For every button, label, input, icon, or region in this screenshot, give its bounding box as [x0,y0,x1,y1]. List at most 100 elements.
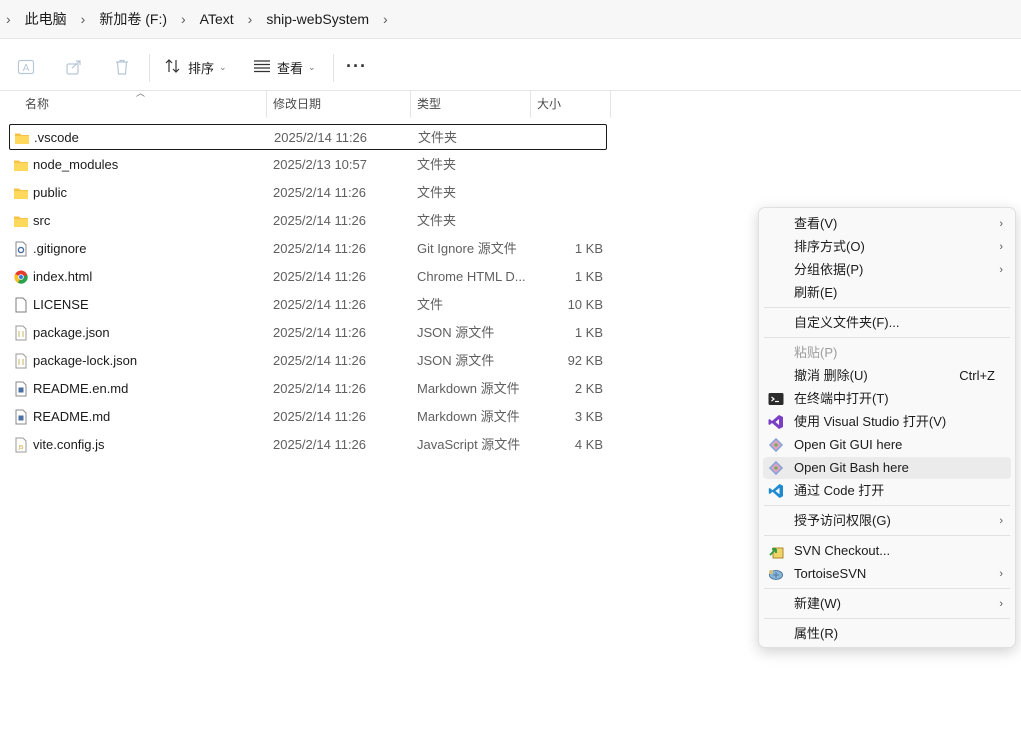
folder-icon [13,213,29,229]
menu-item-open-code[interactable]: 通过 Code 打开 [763,480,1011,502]
file-type: JSON 源文件 [417,353,495,368]
file-type: 文件夹 [417,185,457,200]
breadcrumb-item-current-folder[interactable]: ship-webSystem [264,0,371,38]
menu-item-group-by[interactable]: 分组依据(P) › [763,259,1011,281]
vscode-icon [768,483,784,499]
tortoise-svn-icon [768,566,784,582]
more-options-button[interactable]: ··· [346,56,367,77]
shortcut-label: Ctrl+Z [959,368,995,383]
breadcrumb-item-this-pc[interactable]: 此电脑 [23,0,69,38]
chrome-icon [13,269,29,285]
menu-item-label: 撤消 删除(U) [794,368,868,383]
menu-item-label: TortoiseSVN [794,566,867,581]
breadcrumb-label: AText [199,11,234,27]
menu-item-open-in-terminal[interactable]: 在终端中打开(T) [763,388,1011,410]
file-type: Markdown 源文件 [417,409,520,424]
file-date: 2025/2/14 11:26 [273,437,367,452]
file-name: .vscode [34,130,79,145]
menu-item-properties[interactable]: 属性(R) [763,623,1011,645]
menu-item-open-visual-studio[interactable]: 使用 Visual Studio 打开(V) [763,411,1011,433]
file-row-license[interactable]: LICENSE 2025/2/14 11:26 文件 10 KB [9,292,607,318]
file-size: 1 KB [574,269,603,284]
column-header-date[interactable]: 修改日期 [267,91,411,118]
toolbar-divider [149,54,150,82]
file-size: 2 KB [574,381,603,396]
file-date: 2025/2/14 11:26 [273,213,367,228]
menu-item-sort-by[interactable]: 排序方式(O) › [763,236,1011,258]
file-date: 2025/2/14 11:26 [274,130,368,145]
column-header-type[interactable]: 类型 [411,91,531,118]
menu-item-label: 排序方式(O) [794,239,865,254]
chevron-right-icon: › [999,218,1003,230]
file-type: 文件 [417,297,444,312]
file-row-readme-md[interactable]: README.md 2025/2/14 11:26 Markdown 源文件 3… [9,404,607,430]
chevron-right-icon: › [999,264,1003,276]
menu-divider [764,307,1010,308]
file-type: Git Ignore 源文件 [417,241,517,256]
file-row-vite-config-js[interactable]: JS vite.config.js 2025/2/14 11:26 JavaSc… [9,432,607,458]
menu-item-svn-checkout[interactable]: SVN Checkout... [763,540,1011,562]
menu-item-undo-delete[interactable]: 撤消 删除(U) Ctrl+Z [763,365,1011,387]
file-name: README.md [33,409,111,424]
file-type: 文件夹 [417,157,457,172]
file-row-public[interactable]: public 2025/2/14 11:26 文件夹 [9,180,607,206]
terminal-icon [768,391,784,407]
file-row-src[interactable]: src 2025/2/14 11:26 文件夹 [9,208,607,234]
file-type: 文件夹 [417,213,457,228]
column-header-name[interactable]: 名称 [19,91,267,118]
rename-icon[interactable]: A [16,57,36,77]
file-row-package-lock-json[interactable]: package-lock.json 2025/2/14 11:26 JSON 源… [9,348,607,374]
menu-item-view[interactable]: 查看(V) › [763,213,1011,235]
visual-studio-icon [768,414,784,430]
file-name: .gitignore [33,241,87,256]
file-size [533,180,603,206]
menu-item-paste[interactable]: 粘贴(P) [763,342,1011,364]
file-row-node-modules[interactable]: node_modules 2025/2/13 10:57 文件夹 [9,152,607,178]
chevron-right-icon[interactable]: › [0,11,23,27]
file-row-index-html[interactable]: index.html 2025/2/14 11:26 Chrome HTML D… [9,264,607,290]
file-date: 2025/2/14 11:26 [273,185,367,200]
file-row-package-json[interactable]: package.json 2025/2/14 11:26 JSON 源文件 1 … [9,320,607,346]
file-name: package-lock.json [33,353,138,368]
menu-item-label: 刷新(E) [794,285,838,300]
chevron-right-icon[interactable]: › [69,11,98,27]
address-breadcrumb: › 此电脑 › 新加卷 (F:) › AText › ship-webSyste… [0,0,1021,39]
sort-icon [164,58,182,77]
view-label: 查看 [277,60,304,76]
menu-item-new[interactable]: 新建(W) › [763,593,1011,615]
column-header-size[interactable]: 大小 [531,91,611,118]
menu-item-git-bash[interactable]: Open Git Bash here [763,457,1011,479]
share-icon[interactable] [64,57,84,77]
file-type: JavaScript 源文件 [417,437,521,452]
menu-item-git-gui[interactable]: Open Git GUI here [763,434,1011,456]
view-button[interactable]: 查看 ⌄ [253,52,316,82]
file-size [533,208,603,234]
file-name: LICENSE [33,297,89,312]
file-row-vscode[interactable]: .vscode 2025/2/14 11:26 文件夹 [9,124,607,150]
chevron-right-icon: › [999,241,1003,253]
file-size [532,125,602,151]
file-icon [13,297,29,313]
markdown-file-icon [13,409,29,425]
file-row-gitignore[interactable]: .gitignore 2025/2/14 11:26 Git Ignore 源文… [9,236,607,262]
delete-icon[interactable] [112,57,132,77]
file-size: 1 KB [574,241,603,256]
menu-divider [764,618,1010,619]
menu-item-tortoise-svn[interactable]: TortoiseSVN › [763,563,1011,585]
menu-divider [764,588,1010,589]
chevron-right-icon[interactable]: › [371,11,400,27]
breadcrumb-item-atext[interactable]: AText [198,0,236,38]
menu-item-grant-access[interactable]: 授予访问权限(G) › [763,510,1011,532]
breadcrumb-item-drive[interactable]: 新加卷 (F:) [97,0,169,38]
git-bash-icon [768,460,784,476]
menu-item-refresh[interactable]: 刷新(E) [763,282,1011,304]
file-row-readme-en-md[interactable]: README.en.md 2025/2/14 11:26 Markdown 源文… [9,376,607,402]
sort-button[interactable]: 排序 ⌄ [164,52,227,82]
menu-item-customize-folder[interactable]: 自定义文件夹(F)... [763,312,1011,334]
chevron-right-icon[interactable]: › [169,11,198,27]
menu-item-label: Open Git GUI here [794,437,903,452]
chevron-right-icon[interactable]: › [236,11,265,27]
file-date: 2025/2/14 11:26 [273,325,367,340]
menu-item-label: 使用 Visual Studio 打开(V) [794,414,947,429]
folder-icon [14,130,30,146]
